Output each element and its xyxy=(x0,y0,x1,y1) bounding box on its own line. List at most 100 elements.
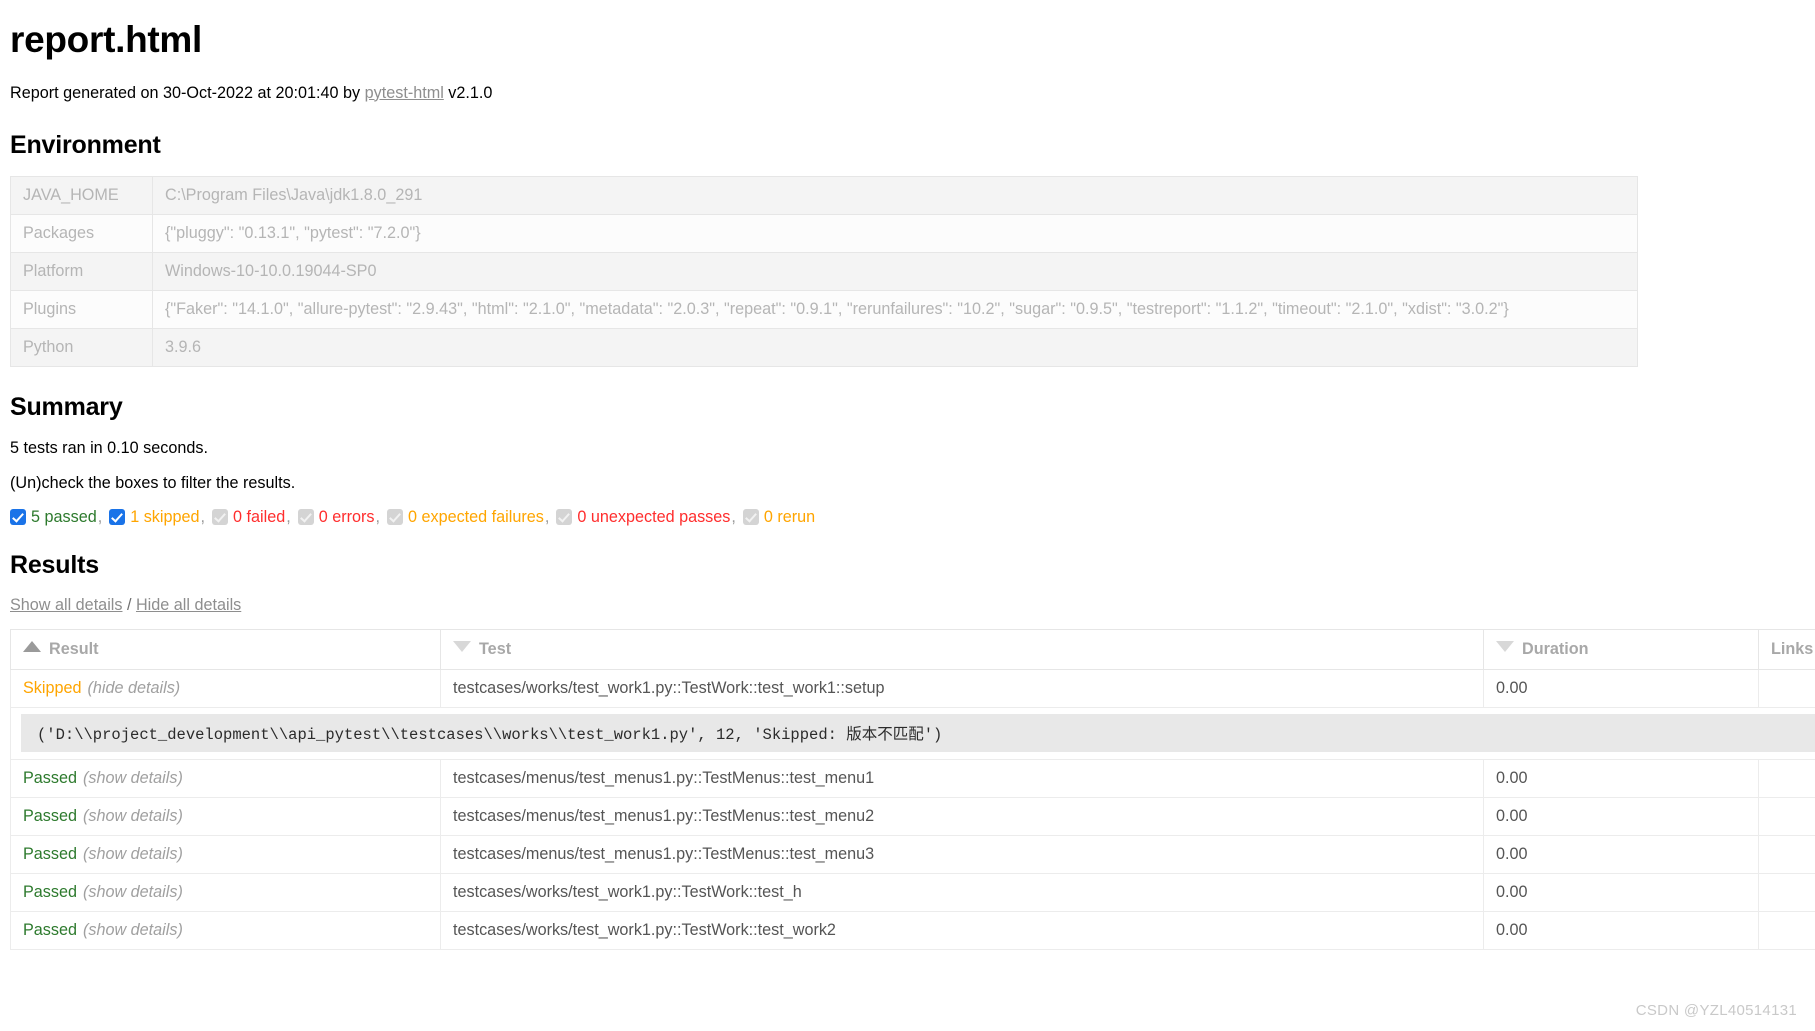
test-name-cell: testcases/works/test_work1.py::TestWork:… xyxy=(440,669,1484,709)
checkbox-unexpected-passes[interactable] xyxy=(556,509,573,526)
filter-rerun[interactable]: 0 rerun xyxy=(742,508,816,527)
filter-passed[interactable]: 5 passed, xyxy=(10,509,102,525)
checkbox-failed[interactable] xyxy=(212,509,228,526)
result-cell: Passed (show details) xyxy=(10,759,441,799)
test-name-cell: testcases/menus/test_menus1.py::TestMenu… xyxy=(440,759,1484,799)
env-value: 3.9.6 xyxy=(152,327,1638,367)
sort-descending-icon xyxy=(1496,641,1514,653)
table-row: Passed (show details) testcases/menus/tes… xyxy=(10,835,1815,875)
tool-version: v2.1.0 xyxy=(448,83,493,102)
at-word: at xyxy=(257,83,271,102)
result-cell: Passed (show details) xyxy=(10,797,441,837)
comma: , xyxy=(375,508,380,527)
column-header-links[interactable]: Links xyxy=(1758,629,1815,671)
report-page: report.html Report generated on 30-Oct-2… xyxy=(0,0,1815,951)
env-key: Plugins xyxy=(10,289,153,329)
env-key: JAVA_HOME xyxy=(10,175,153,215)
checkbox-rerun[interactable] xyxy=(742,509,759,526)
test-name-cell: testcases/menus/test_menus1.py::TestMenu… xyxy=(440,835,1484,875)
report-generated-line: Report generated on 30-Oct-2022 at 20:01… xyxy=(10,83,1805,105)
links-separator: / xyxy=(126,596,132,615)
duration-cell: 0.00 xyxy=(1483,835,1759,875)
environment-table: JAVA_HOME C:\Program Files\Java\jdk1.8.0… xyxy=(10,175,1638,367)
status-badge: Skipped xyxy=(23,679,82,698)
test-name-cell: testcases/menus/test_menus1.py::TestMenu… xyxy=(440,797,1484,837)
filter-label-rerun: 0 rerun xyxy=(763,508,816,527)
env-value: Windows-10-10.0.19044-SP0 xyxy=(152,251,1638,291)
comma: , xyxy=(97,508,103,527)
result-cell: Passed (show details) xyxy=(10,911,441,951)
filter-skipped[interactable]: 1 skipped, xyxy=(109,509,205,525)
duration-cell: 0.00 xyxy=(1483,669,1759,709)
log-container: ('D:\\project_development\\api_pytest\\t… xyxy=(21,714,1815,753)
tests-ran-line: 5 tests ran in 0.10 seconds. xyxy=(10,438,208,457)
csdn-watermark: CSDN @YZL40514131 xyxy=(1635,1002,1797,1019)
table-row: Platform Windows-10-10.0.19044-SP0 xyxy=(10,251,1638,291)
pytest-html-link[interactable]: pytest-html xyxy=(365,84,444,102)
details-toggle-link[interactable]: (show details) xyxy=(83,807,183,825)
duration-cell: 0.00 xyxy=(1483,911,1759,951)
filter-expected-failures[interactable]: 0 expected failures, xyxy=(386,509,549,526)
status-badge: Passed xyxy=(23,769,77,788)
column-header-result[interactable]: Result xyxy=(10,629,441,671)
env-value: {"Faker": "14.1.0", "allure-pytest": "2.… xyxy=(152,289,1638,329)
filter-errors[interactable]: 0 errors, xyxy=(297,508,380,527)
checkbox-errors[interactable] xyxy=(297,509,314,526)
log-cell: ('D:\\project_development\\api_pytest\\t… xyxy=(10,707,1815,761)
details-toggle-link[interactable]: (show details) xyxy=(83,845,183,863)
checkbox-expected-failures[interactable] xyxy=(386,509,403,526)
details-toggle-link[interactable]: (show details) xyxy=(83,921,183,939)
filter-failed[interactable]: 0 failed, xyxy=(212,509,291,525)
column-header-duration[interactable]: Duration xyxy=(1483,629,1759,671)
generated-prefix: Report generated on xyxy=(10,83,159,102)
table-row: Passed (show details) testcases/works/tes… xyxy=(10,873,1815,913)
generated-time: 20:01:40 xyxy=(275,83,339,102)
filter-unexpected-passes[interactable]: 0 unexpected passes, xyxy=(556,509,736,525)
filter-label-failed: 0 failed xyxy=(233,508,286,527)
sort-descending-icon xyxy=(453,641,471,653)
test-name-cell: testcases/works/test_work1.py::TestWork:… xyxy=(440,911,1484,951)
hide-all-details-link[interactable]: Hide all details xyxy=(136,596,241,614)
env-key: Packages xyxy=(10,213,153,253)
env-value: C:\Program Files\Java\jdk1.8.0_291 xyxy=(152,175,1638,215)
details-toggle-link[interactable]: (show details) xyxy=(83,769,183,787)
filter-hint: (Un)check the boxes to filter the result… xyxy=(10,474,296,493)
details-toggle-link[interactable]: (show details) xyxy=(83,883,183,901)
links-cell xyxy=(1758,669,1815,709)
status-badge: Passed xyxy=(23,845,77,864)
links-cell xyxy=(1758,759,1815,799)
comma: , xyxy=(200,508,206,527)
filter-label-unexpected-passes: 0 unexpected passes xyxy=(577,508,731,527)
column-header-test[interactable]: Test xyxy=(440,629,1484,671)
comma: , xyxy=(731,508,736,527)
sort-ascending-icon xyxy=(23,641,41,653)
by-word: by xyxy=(343,83,361,102)
result-filters: 5 passed, 1 skipped, 0 failed, 0 errors,… xyxy=(10,509,1805,525)
env-value: {"pluggy": "0.13.1", "pytest": "7.2.0"} xyxy=(152,213,1638,253)
results-table: Result Test Duration Links Skipped (hide … xyxy=(10,629,1815,951)
result-cell: Passed (show details) xyxy=(10,873,441,913)
environment-heading: Environment xyxy=(10,130,161,159)
env-key: Platform xyxy=(10,251,153,291)
table-row-log: ('D:\\project_development\\api_pytest\\t… xyxy=(10,707,1815,761)
summary-heading: Summary xyxy=(10,392,123,421)
checkbox-passed[interactable] xyxy=(10,509,26,526)
results-header-row: Result Test Duration Links xyxy=(10,629,1815,671)
links-cell xyxy=(1758,873,1815,913)
show-all-details-link[interactable]: Show all details xyxy=(10,596,122,614)
table-row: Passed (show details) testcases/menus/tes… xyxy=(10,759,1815,799)
checkbox-skipped[interactable] xyxy=(109,509,126,526)
column-label-links: Links xyxy=(1771,640,1814,659)
results-heading: Results xyxy=(10,551,99,580)
table-row: JAVA_HOME C:\Program Files\Java\jdk1.8.0… xyxy=(10,175,1638,215)
column-label-duration: Duration xyxy=(1522,640,1589,659)
details-toggle-link[interactable]: (hide details) xyxy=(88,679,181,697)
result-cell: Skipped (hide details) xyxy=(10,669,441,709)
duration-cell: 0.00 xyxy=(1483,873,1759,913)
comma: , xyxy=(286,508,291,527)
table-row: Python 3.9.6 xyxy=(10,327,1638,367)
duration-cell: 0.00 xyxy=(1483,759,1759,799)
table-row: Skipped (hide details) testcases/works/te… xyxy=(10,669,1815,709)
table-row: Passed (show details) testcases/works/tes… xyxy=(10,911,1815,951)
links-cell xyxy=(1758,797,1815,837)
